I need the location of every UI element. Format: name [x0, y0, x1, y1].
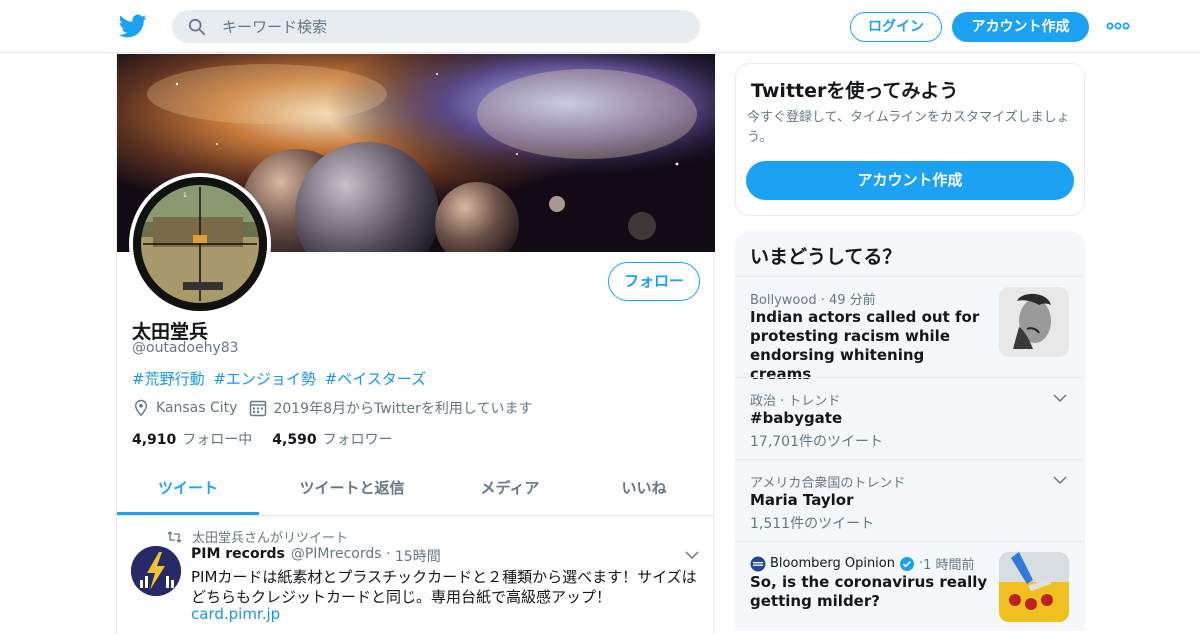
top-navigation-bar: ログイン アカウント作成: [0, 0, 1200, 53]
tweet-timestamp[interactable]: 15時間: [395, 546, 441, 566]
follow-button[interactable]: フォロー: [608, 262, 700, 301]
profile-bio: #荒野行動 #エンジョイ勢 #ベイスターズ: [132, 368, 430, 389]
tweet-author-name[interactable]: PIM records: [191, 546, 285, 566]
tweet-link[interactable]: card.pimr.jp: [191, 605, 280, 623]
tab-likes[interactable]: いいね: [575, 464, 713, 515]
tab-tweets-and-replies[interactable]: ツイートと返信: [259, 464, 445, 515]
signup-card-title: Twitterを使ってみよう: [751, 80, 959, 102]
profile-location: Kansas City: [156, 400, 238, 416]
tab-media[interactable]: メディア: [445, 464, 575, 515]
trend-item[interactable]: アメリカ合衆国のトレンド Maria Taylor 1,511件のツイート: [735, 459, 1085, 541]
tweet-author-handle[interactable]: @PIMrecords: [291, 546, 382, 566]
trends-panel: いまどうしてる？ Bollywood · 49 分前 Indian actors…: [735, 231, 1085, 631]
trend-title: #babygate: [750, 409, 843, 427]
chevron-down-icon[interactable]: [1053, 475, 1067, 485]
trend-tweet-count: 17,701件のツイート: [750, 434, 883, 450]
profile-handle[interactable]: @outadoehy83: [132, 340, 239, 356]
followers-stat[interactable]: 4,590 フォロワー: [272, 429, 392, 449]
trend-context: アメリカ合衆国のトレンド: [750, 476, 906, 491]
trend-thumbnail: [999, 287, 1069, 357]
retweet-icon: [167, 530, 182, 543]
retweet-context: 太田堂兵さんがリツイート: [167, 527, 348, 546]
signup-card: Twitterを使ってみよう 今すぐ登録して、タイムラインをカスタマイズしましょ…: [735, 63, 1085, 216]
signup-button[interactable]: アカウント作成: [952, 12, 1089, 42]
trend-item[interactable]: Bollywood · 49 分前 Indian actors called o…: [735, 276, 1085, 383]
followers-count: 4,590: [272, 432, 317, 448]
location-pin-icon: [134, 399, 148, 417]
trend-title: Indian actors called out for protesting …: [750, 308, 980, 383]
search-box[interactable]: [172, 10, 700, 43]
following-stat[interactable]: 4,910 フォロー中: [132, 429, 252, 449]
trend-item[interactable]: Bloomberg Opinion · 1 時間前 So, is the cor…: [735, 541, 1085, 631]
trend-tweet-count: 1,511件のツイート: [750, 516, 875, 532]
profile-stats: 4,910 フォロー中 4,590 フォロワー: [132, 429, 413, 449]
more-options-icon[interactable]: [1106, 18, 1130, 34]
signup-card-button[interactable]: アカウント作成: [746, 161, 1074, 200]
profile-meta: Kansas City 2019年8月からTwitterを利用しています: [132, 398, 533, 418]
calendar-icon: [250, 400, 267, 417]
tab-tweets[interactable]: ツイート: [117, 464, 259, 515]
profile-tabs: ツイート ツイートと返信 メディア いいね: [117, 464, 715, 516]
twitter-bird-icon[interactable]: [119, 12, 147, 40]
hashtag-link[interactable]: #エンジョイ勢: [213, 370, 316, 388]
tweet-text: PIMカードは紙素材とプラスチックカードと２種類から選べます！サイズはどちらもク…: [191, 568, 697, 606]
hashtag-link[interactable]: #荒野行動: [132, 370, 205, 388]
search-input[interactable]: [222, 10, 682, 43]
bloomberg-logo-icon: [750, 556, 766, 571]
trend-context: 政治 · トレンド: [750, 394, 841, 409]
profile-avatar[interactable]: 1: [129, 173, 271, 315]
chevron-down-icon[interactable]: [1053, 393, 1067, 403]
following-label: フォロー中: [182, 432, 253, 448]
chevron-down-icon[interactable]: [685, 550, 699, 560]
hashtag-link[interactable]: #ベイスターズ: [325, 370, 426, 388]
following-count: 4,910: [132, 432, 177, 448]
retweet-note[interactable]: 太田堂兵さんがリツイート: [192, 527, 348, 546]
trend-context: Bollywood · 49 分前: [750, 293, 876, 308]
profile-column: 1 フォロー 太田堂兵 @outadoehy83 #荒野行動 #エンジョイ勢 #…: [116, 54, 715, 634]
search-icon: [188, 18, 206, 36]
svg-text:1: 1: [183, 192, 187, 199]
trend-item[interactable]: 政治 · トレンド #babygate 17,701件のツイート: [735, 377, 1085, 459]
login-button[interactable]: ログイン: [850, 12, 942, 42]
verified-badge-icon: [900, 556, 914, 571]
profile-joined-date: 2019年8月からTwitterを利用しています: [273, 401, 533, 417]
trend-title: So, is the coronavirus really getting mi…: [750, 573, 988, 610]
trends-title: いまどうしてる？: [750, 246, 902, 268]
tweet-header: PIM records @PIMrecords · 15時間: [191, 546, 441, 566]
trend-title: Maria Taylor: [750, 491, 854, 509]
followers-label: フォロワー: [322, 432, 393, 448]
trend-context: Bloomberg Opinion · 1 時間前: [750, 554, 975, 573]
trend-thumbnail: [999, 552, 1069, 622]
tweet-author-avatar[interactable]: [131, 546, 181, 596]
signup-card-subtitle: 今すぐ登録して、タイムラインをカスタマイズしましょう。: [747, 110, 1070, 145]
